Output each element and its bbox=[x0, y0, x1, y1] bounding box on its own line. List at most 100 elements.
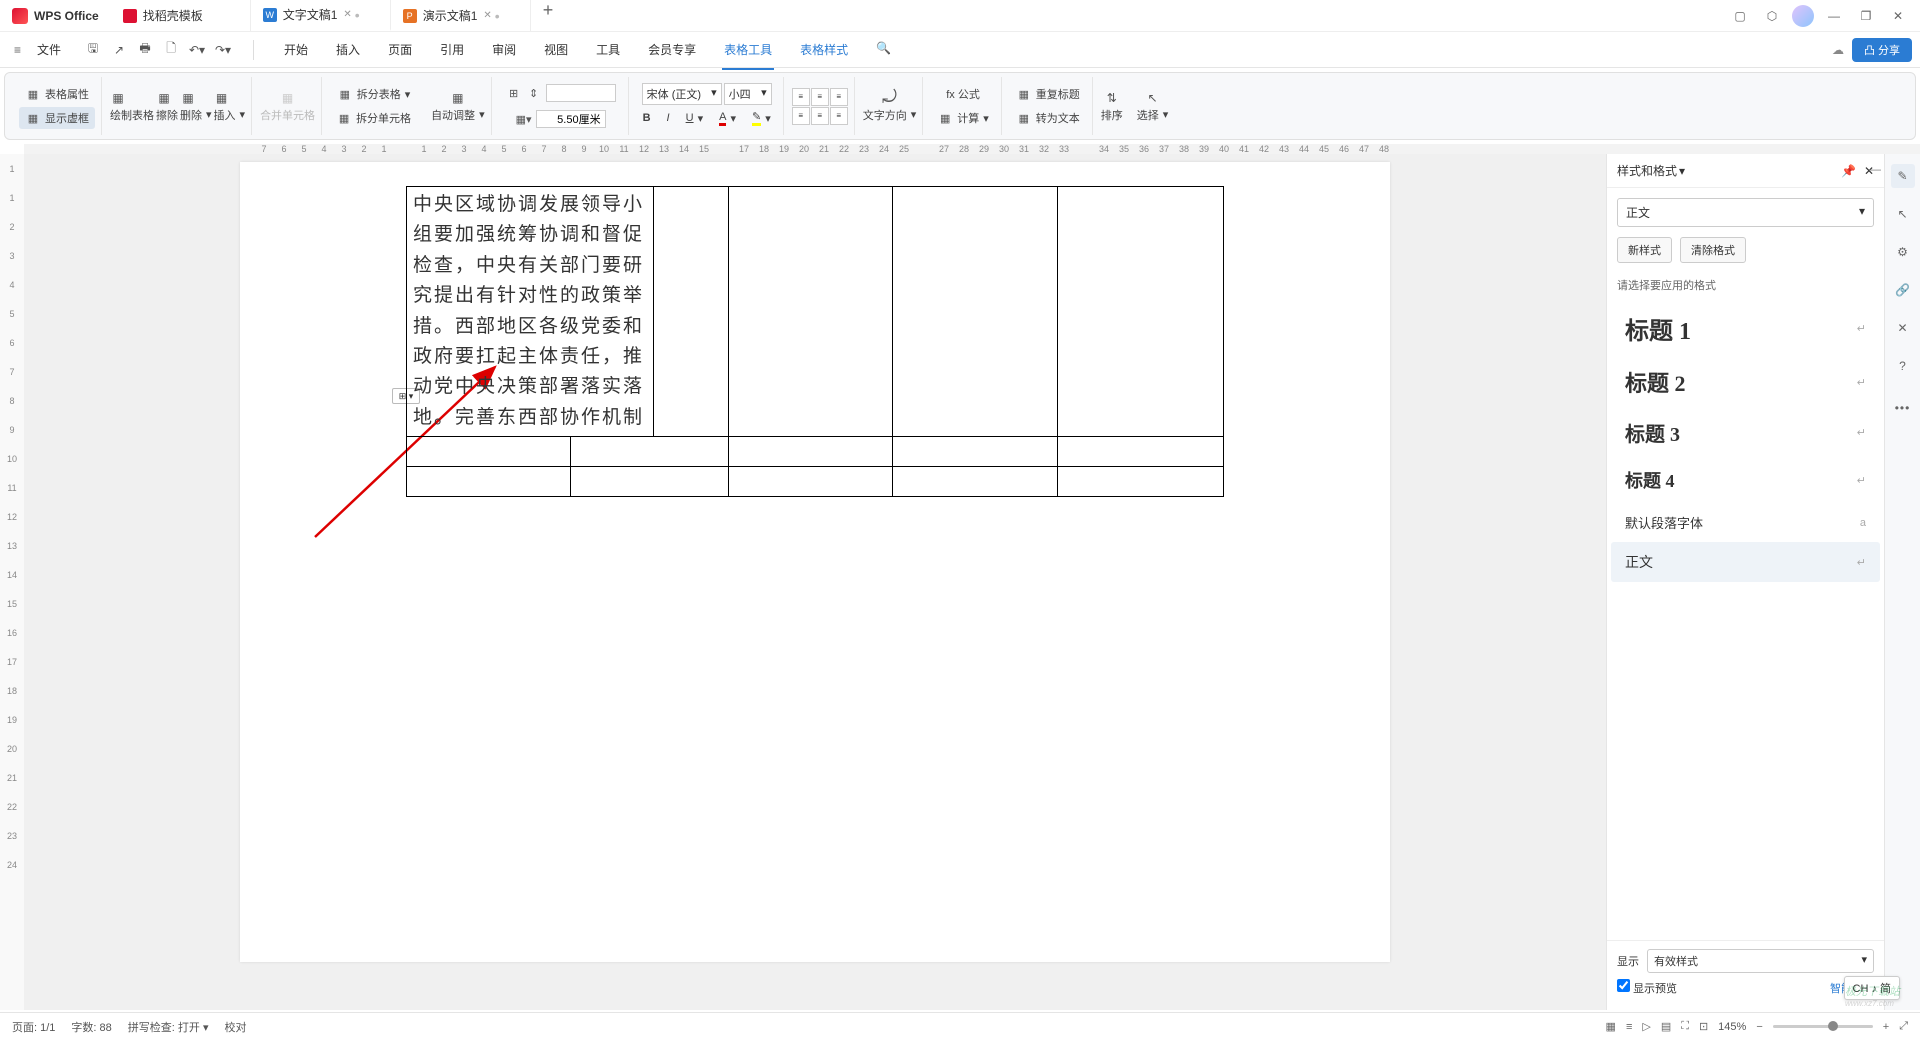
new-tab-button[interactable]: + bbox=[531, 0, 566, 31]
show-gridlines-button[interactable]: ▦显示虚框 bbox=[19, 107, 95, 129]
delete-icon[interactable]: ▦ bbox=[180, 90, 196, 106]
style-item-h2[interactable]: 标题 2↵ bbox=[1611, 356, 1880, 408]
zoom-thumb[interactable] bbox=[1828, 1021, 1838, 1031]
col-width-input[interactable] bbox=[536, 110, 606, 128]
tab-templates[interactable]: 找稻壳模板 bbox=[111, 0, 251, 31]
preview-checkbox-input[interactable] bbox=[1617, 979, 1630, 992]
sort-button[interactable]: 排序 bbox=[1101, 107, 1123, 123]
document-table[interactable]: 中央区域协调发展领导小组要加强统筹协调和督促检查，中央有关部门要研究提出有针对性… bbox=[406, 186, 1224, 497]
view-reading-icon[interactable]: ▷ bbox=[1642, 1020, 1650, 1033]
table-cell[interactable] bbox=[407, 467, 571, 497]
table-row[interactable]: 中央区域协调发展领导小组要加强统筹协调和督促检查，中央有关部门要研究提出有针对性… bbox=[407, 187, 1224, 437]
menu-insert[interactable]: 插入 bbox=[324, 35, 372, 64]
fit-page-icon[interactable]: ⊡ bbox=[1699, 1020, 1708, 1033]
chevron-down-icon[interactable]: ▾ bbox=[1679, 164, 1685, 178]
table-cell[interactable] bbox=[1058, 437, 1224, 467]
close-tab-icon[interactable]: ✕ bbox=[343, 9, 351, 20]
minimize-button[interactable]: — bbox=[1818, 0, 1850, 32]
zoom-out-icon[interactable]: − bbox=[1756, 1021, 1762, 1033]
print-icon[interactable]: 🖶 bbox=[133, 38, 157, 62]
menu-review[interactable]: 审阅 bbox=[480, 35, 528, 64]
styles-list[interactable]: 标题 1↵ 标题 2↵ 标题 3↵ 标题 4↵ 默认段落字体a 正文↵ bbox=[1607, 297, 1884, 940]
table-properties-button[interactable]: ▦表格属性 bbox=[19, 83, 95, 105]
table-cell[interactable] bbox=[729, 467, 893, 497]
menu-tools[interactable]: 工具 bbox=[584, 35, 632, 64]
underline-button[interactable]: U▾ bbox=[680, 107, 709, 129]
proofread-status[interactable]: 校对 bbox=[224, 1019, 246, 1035]
highlight-button[interactable]: ✎▾ bbox=[746, 107, 777, 129]
tab-presentation-1[interactable]: P 演示文稿1 • ✕ bbox=[391, 0, 531, 31]
style-item-h3[interactable]: 标题 3↵ bbox=[1611, 408, 1880, 457]
menu-table-style[interactable]: 表格样式 bbox=[788, 35, 860, 64]
font-color-button[interactable]: A▾ bbox=[713, 107, 742, 129]
view-outline-icon[interactable]: ≡ bbox=[1626, 1021, 1632, 1033]
select-tool-icon[interactable]: ↖ bbox=[1891, 202, 1915, 226]
settings-icon[interactable]: ⚙ bbox=[1891, 240, 1915, 264]
menu-home[interactable]: 开始 bbox=[272, 35, 320, 64]
convert-to-text-button[interactable]: ▦转为文本 bbox=[1010, 107, 1086, 129]
table-cell[interactable] bbox=[571, 437, 729, 467]
formula-button[interactable]: fx 公式 bbox=[940, 83, 986, 105]
cursor-icon[interactable]: ↖ bbox=[1145, 90, 1161, 106]
sort-icon[interactable]: ⇅ bbox=[1104, 90, 1120, 106]
delete-button[interactable]: 删除▾ bbox=[180, 107, 212, 123]
table-row[interactable] bbox=[407, 437, 1224, 467]
split-cells-button[interactable]: ▦拆分单元格 bbox=[330, 107, 417, 129]
close-tab-icon[interactable]: ✕ bbox=[483, 10, 491, 21]
italic-button[interactable]: I bbox=[661, 107, 676, 129]
table-cell[interactable] bbox=[729, 187, 893, 437]
menu-member[interactable]: 会员专享 bbox=[636, 35, 708, 64]
menu-page[interactable]: 页面 bbox=[376, 35, 424, 64]
edit-icon[interactable]: ✎ bbox=[1891, 164, 1915, 188]
style-item-body[interactable]: 正文↵ bbox=[1611, 542, 1880, 582]
table-cell[interactable] bbox=[407, 437, 571, 467]
align-bl[interactable]: ≡ bbox=[792, 107, 810, 125]
border-icon[interactable]: ▦▾ bbox=[516, 111, 532, 127]
user-avatar[interactable] bbox=[1792, 5, 1814, 27]
close-button[interactable]: ✕ bbox=[1882, 0, 1914, 32]
tab-document-1[interactable]: W 文字文稿1 • ✕ bbox=[251, 0, 391, 31]
show-preview-checkbox[interactable]: 显示预览 bbox=[1617, 979, 1677, 996]
split-table-button[interactable]: ▦拆分表格▾ bbox=[331, 83, 417, 105]
page-indicator[interactable]: 页面: 1/1 bbox=[12, 1019, 55, 1035]
multi-window-icon[interactable]: ▢ bbox=[1724, 0, 1756, 32]
cloud-icon[interactable]: ☁ bbox=[1832, 43, 1844, 57]
font-family-select[interactable]: 宋体 (正文)▾ bbox=[642, 83, 722, 105]
collapse-panel-icon[interactable]: — bbox=[1866, 160, 1884, 178]
table-cell[interactable] bbox=[654, 187, 729, 437]
more-icon[interactable]: ••• bbox=[1891, 396, 1915, 420]
erase-button[interactable]: 擦除 bbox=[156, 107, 178, 123]
view-web-icon[interactable]: ▤ bbox=[1661, 1020, 1671, 1033]
new-style-button[interactable]: 新样式 bbox=[1617, 237, 1672, 263]
document-area[interactable]: ⊞ ▾ 中央区域协调发展领导小组要加强统筹协调和督促检查，中央有关部门要研究提出… bbox=[24, 154, 1606, 1010]
spellcheck-status[interactable]: 拼写检查: 打开 ▾ bbox=[128, 1019, 209, 1035]
clear-format-button[interactable]: 清除格式 bbox=[1680, 237, 1746, 263]
align-tl[interactable]: ≡ bbox=[792, 88, 810, 106]
table-cell[interactable] bbox=[893, 187, 1058, 437]
style-item-h1[interactable]: 标题 1↵ bbox=[1611, 301, 1880, 356]
table-cell[interactable] bbox=[893, 467, 1058, 497]
view-focus-icon[interactable]: ⛶ bbox=[1681, 1020, 1689, 1033]
bold-button[interactable]: B bbox=[637, 107, 657, 129]
table-cell[interactable] bbox=[729, 437, 893, 467]
show-filter-select[interactable]: 有效样式▾ bbox=[1647, 949, 1874, 973]
repeat-header-button[interactable]: ▦重复标题 bbox=[1010, 83, 1086, 105]
draw-table-icon[interactable]: ▦ bbox=[110, 90, 126, 106]
calculate-button[interactable]: ▦计算▾ bbox=[931, 107, 995, 129]
menu-table-tools[interactable]: 表格工具 bbox=[712, 35, 784, 64]
word-count[interactable]: 字数: 88 bbox=[71, 1019, 111, 1035]
text-direction-icon[interactable]: ⤾ bbox=[881, 90, 897, 106]
eraser-icon[interactable]: ▦ bbox=[156, 90, 172, 106]
table-cell[interactable] bbox=[893, 437, 1058, 467]
link-icon[interactable]: 🔗 bbox=[1891, 278, 1915, 302]
table-cell[interactable] bbox=[571, 467, 729, 497]
autofit-icon[interactable]: ▦ bbox=[450, 90, 466, 106]
text-direction-button[interactable]: 文字方向▾ bbox=[863, 107, 917, 123]
align-br[interactable]: ≡ bbox=[830, 107, 848, 125]
row-height-input[interactable] bbox=[546, 84, 616, 102]
vertical-ruler[interactable]: 1123456789101112131415161718192021222324 bbox=[0, 154, 24, 1010]
print-preview-icon[interactable]: 🗋 bbox=[159, 38, 183, 62]
font-size-select[interactable]: 小四▾ bbox=[724, 83, 772, 105]
insert-icon[interactable]: ▦ bbox=[214, 90, 230, 106]
zoom-level[interactable]: 145% bbox=[1718, 1021, 1746, 1033]
